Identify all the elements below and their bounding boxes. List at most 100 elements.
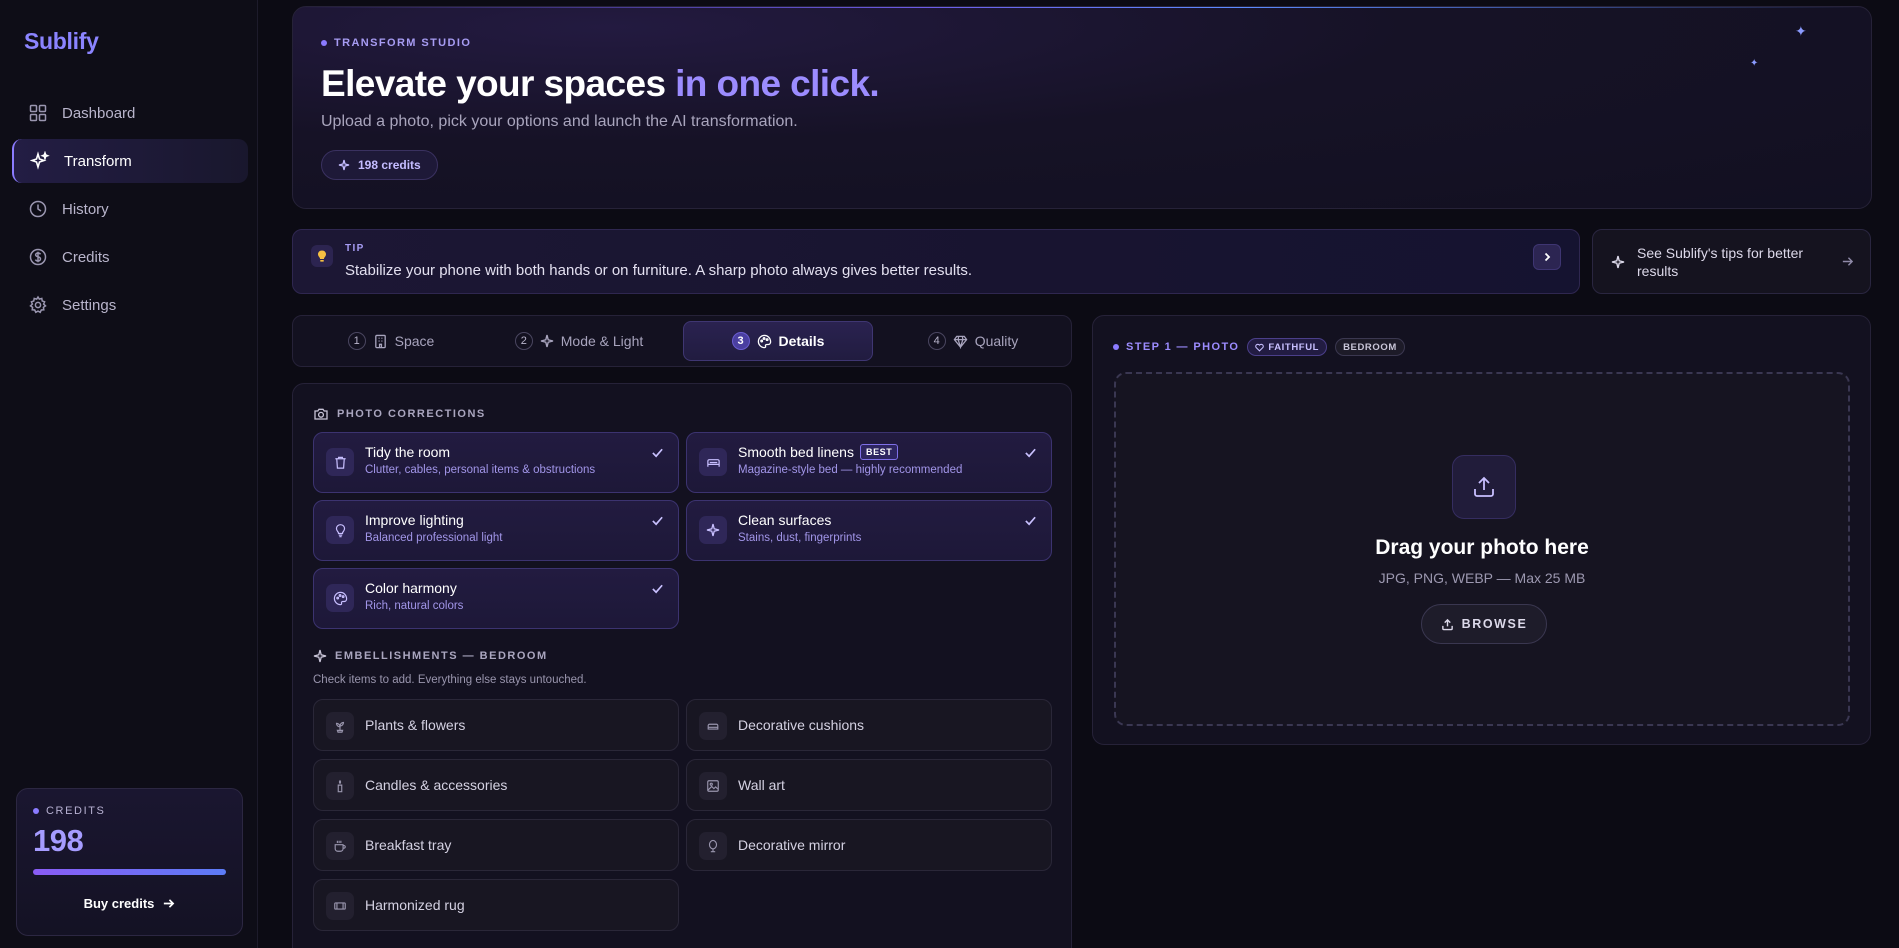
credits-value: 198 (33, 823, 84, 858)
option-clean-surfaces[interactable]: Clean surfaces Stains, dust, fingerprint… (686, 500, 1052, 561)
option-candles-accessories[interactable]: Candles & accessories (313, 759, 679, 811)
sidebar-item-transform[interactable]: Transform (12, 139, 248, 183)
sidebar-item-label: Dashboard (62, 104, 136, 122)
step-number: 4 (927, 332, 946, 350)
tips-link-label: See Sublify's tips for better results (1637, 244, 1804, 279)
sidebar-item-label: Settings (62, 296, 117, 314)
cushion-icon (699, 712, 727, 740)
credits-pill: 198 credits (321, 150, 438, 180)
option-wall-art[interactable]: Wall art (686, 759, 1052, 811)
heart-icon (1255, 343, 1265, 352)
chevron-right-icon (1541, 251, 1553, 263)
option-harmonized-rug[interactable]: Harmonized rug (313, 879, 679, 931)
sparkle-icon (313, 649, 327, 663)
check-icon (1024, 514, 1037, 527)
building-icon (373, 334, 388, 349)
hero-banner: TRANSFORM STUDIO Elevate your spaces in … (292, 6, 1872, 209)
credits-progress-fill (33, 869, 226, 875)
sidebar-item-label: History (62, 200, 109, 218)
step-space[interactable]: 1 Space (301, 321, 481, 361)
step-details[interactable]: 3 Details (683, 321, 873, 361)
star-icon: ✦ (1795, 23, 1807, 39)
embellishments-hint: Check items to add. Everything else stay… (313, 674, 587, 686)
app-logo[interactable]: Sublify (24, 28, 99, 55)
credits-label: CREDITS (33, 805, 226, 817)
coffee-icon (326, 832, 354, 860)
option-title: Clean surfaces (738, 512, 832, 528)
option-title: Plants & flowers (365, 717, 466, 733)
candle-icon (326, 772, 354, 800)
option-decorative-cushions[interactable]: Decorative cushions (686, 699, 1052, 751)
option-improve-lighting[interactable]: Improve lighting Balanced professional l… (313, 500, 679, 561)
buy-credits-button[interactable]: Buy credits (33, 896, 226, 911)
option-tidy-room[interactable]: Tidy the room Clutter, cables, personal … (313, 432, 679, 493)
option-title: Decorative cushions (738, 717, 865, 733)
sidebar-item-history[interactable]: History (12, 187, 248, 231)
option-breakfast-tray[interactable]: Breakfast tray (313, 819, 679, 871)
option-title: Improve lighting (365, 512, 464, 528)
option-desc: Stains, dust, fingerprints (738, 532, 862, 544)
buy-credits-label: Buy credits (83, 896, 155, 911)
hero-accent-line (293, 7, 1871, 8)
rug-icon (326, 892, 354, 920)
details-panel: PHOTO CORRECTIONS Tidy the room Clutter,… (292, 383, 1072, 948)
grid-icon (28, 103, 48, 123)
check-icon (1024, 446, 1037, 459)
mirror-icon (699, 832, 727, 860)
hero-kicker: TRANSFORM STUDIO (321, 37, 471, 49)
option-desc: Balanced professional light (365, 532, 503, 544)
step-label: Mode & Light (560, 333, 644, 349)
option-title: Candles & accessories (365, 777, 508, 793)
status-dot (1113, 344, 1119, 350)
star-icon: ✦ (1750, 58, 1759, 69)
sparkle-icon (1611, 255, 1625, 269)
browse-label: BROWSE (1461, 617, 1528, 631)
check-icon (651, 582, 664, 595)
step-label: Quality (974, 333, 1019, 349)
dropzone-title: Drag your photo here (1375, 536, 1589, 559)
tip-banner: TIP Stabilize your phone with both hands… (292, 229, 1580, 294)
option-desc: Rich, natural colors (365, 600, 464, 612)
credits-card: CREDITS 198 Buy credits (16, 788, 243, 936)
step-label: STEP 1 — PHOTO (1113, 341, 1239, 353)
sidebar: Sublify Dashboard Transform History Cred… (0, 0, 258, 948)
option-title: Wall art (738, 777, 785, 793)
option-title: Tidy the room (365, 444, 451, 460)
palette-icon (326, 584, 354, 612)
next-tip-button[interactable] (1533, 244, 1561, 270)
best-badge: BEST (859, 444, 899, 460)
sidebar-item-label: Credits (62, 248, 110, 266)
option-color-harmony[interactable]: Color harmony Rich, natural colors (313, 568, 679, 629)
tips-link-card[interactable]: See Sublify's tips for better results (1592, 229, 1871, 294)
browse-button[interactable]: BROWSE (1421, 604, 1547, 644)
photo-dropzone[interactable]: Drag your photo here JPG, PNG, WEBP — Ma… (1114, 372, 1850, 726)
option-decorative-mirror[interactable]: Decorative mirror (686, 819, 1052, 871)
option-title: Smooth bed linens BEST (738, 444, 899, 460)
option-desc: Clutter, cables, personal items & obstru… (365, 464, 596, 476)
upload-panel: STEP 1 — PHOTO FAITHFUL BEDROOM Drag you… (1092, 315, 1871, 745)
tip-text: Stabilize your phone with both hands or … (345, 262, 973, 279)
clock-icon (28, 199, 48, 219)
image-icon (699, 772, 727, 800)
sidebar-item-dashboard[interactable]: Dashboard (12, 91, 248, 135)
embellishments-heading: EMBELLISHMENTS — BEDROOM (313, 649, 548, 663)
step-number: 3 (731, 332, 750, 350)
plant-icon (326, 712, 354, 740)
arrow-right-icon (162, 897, 175, 910)
option-plants-flowers[interactable]: Plants & flowers (313, 699, 679, 751)
sidebar-item-credits[interactable]: Credits (12, 235, 248, 279)
dollar-icon (28, 247, 48, 267)
step-mode-light[interactable]: 2 Mode & Light (479, 321, 679, 361)
mode-chip: FAITHFUL (1247, 338, 1328, 356)
step-quality[interactable]: 4 Quality (883, 321, 1063, 361)
page-title: Elevate your spaces in one click. (321, 63, 880, 104)
upload-header: STEP 1 — PHOTO FAITHFUL BEDROOM (1113, 338, 1405, 356)
dropzone-formats: JPG, PNG, WEBP — Max 25 MB (1378, 570, 1586, 586)
arrow-right-icon (1841, 255, 1854, 268)
photo-corrections-heading: PHOTO CORRECTIONS (313, 406, 486, 422)
option-title: Breakfast tray (365, 837, 452, 853)
sidebar-item-settings[interactable]: Settings (12, 283, 248, 327)
credits-progress-bar (33, 869, 226, 875)
option-smooth-bed-linens[interactable]: Smooth bed linens BEST Magazine-style bed… (686, 432, 1052, 493)
step-number: 1 (347, 332, 366, 350)
